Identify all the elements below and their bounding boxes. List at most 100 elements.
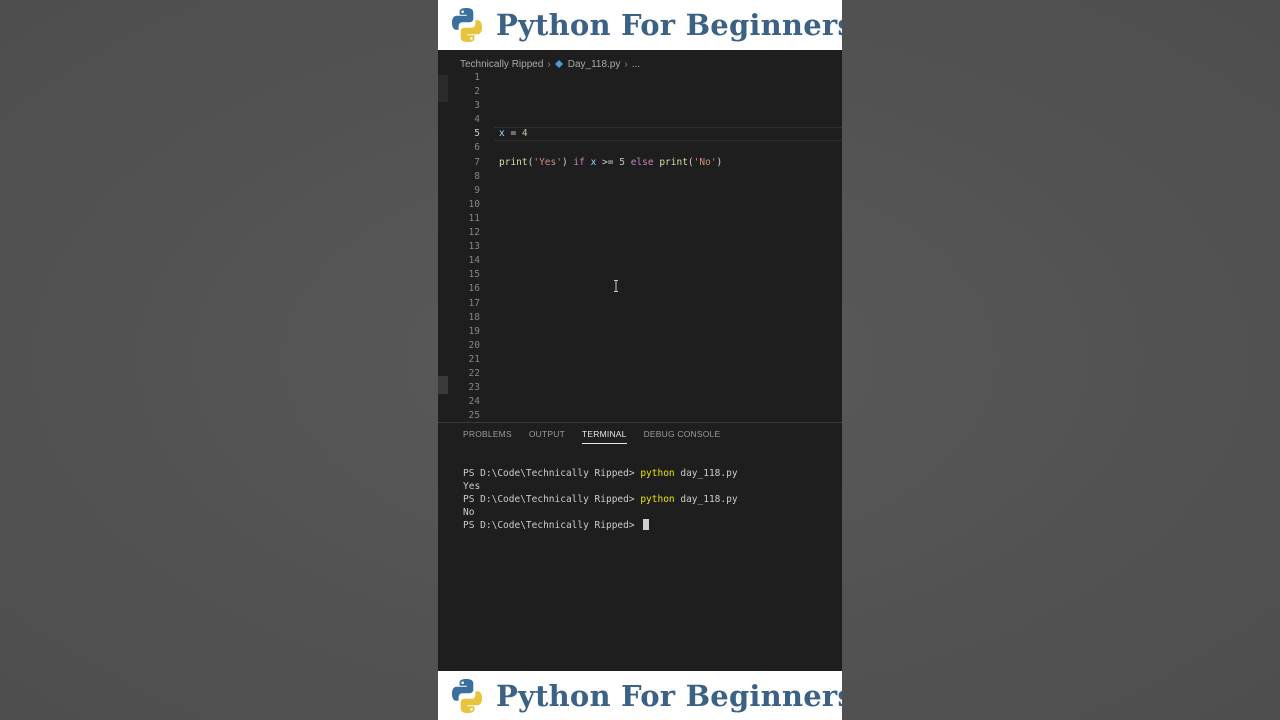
line-number: 6 — [474, 142, 480, 154]
code-token: ) — [716, 156, 723, 168]
line-number: 15 — [468, 269, 480, 281]
tab-debug-console[interactable]: DEBUG CONSOLE — [644, 429, 721, 444]
breadcrumb: Technically Ripped › Day_118.py › ... — [460, 57, 640, 71]
terminal-result: No — [463, 507, 475, 518]
code-token: 'Yes' — [533, 156, 562, 168]
editor-line[interactable]: 8 — [438, 170, 842, 184]
terminal-prompt: PS D:\Code\Technically Ripped> — [463, 520, 641, 531]
editor-line[interactable]: 21 — [438, 353, 842, 367]
breadcrumb-file[interactable]: Day_118.py — [568, 59, 621, 70]
editor-line[interactable]: 16 — [438, 282, 842, 296]
line-number: 22 — [468, 367, 480, 379]
editor-line[interactable]: 24 — [438, 395, 842, 409]
line-number: 17 — [468, 297, 480, 309]
line-number: 21 — [468, 353, 480, 365]
editor-line[interactable]: 7 print('Yes') if x >= 5 else print('No') — [438, 156, 842, 170]
code-token: ) — [561, 156, 574, 168]
terminal-line[interactable]: PS D:\Code\Technically Ripped> — [463, 519, 833, 532]
editor-lines: 12345x = 4 6 7 print('Yes') if x >= 5 else … — [438, 71, 842, 423]
tab-problems[interactable]: PROBLEMS — [463, 429, 512, 444]
editor-line[interactable]: 12 — [438, 226, 842, 240]
code-token: print — [659, 156, 688, 168]
line-number: 24 — [468, 396, 480, 408]
terminal-command: python — [640, 468, 675, 479]
code-token: else — [630, 156, 654, 168]
terminal-line: PS D:\Code\Technically Ripped> python da… — [463, 493, 833, 506]
terminal-prompt: PS D:\Code\Technically Ripped> — [463, 468, 641, 479]
editor-line[interactable]: 14 — [438, 254, 842, 268]
python-logo-icon — [452, 8, 482, 42]
python-logo-icon — [452, 678, 482, 713]
bottom-panel: PROBLEMS OUTPUT TERMINAL DEBUG CONSOLE P… — [438, 423, 842, 671]
panel-tabs: PROBLEMS OUTPUT TERMINAL DEBUG CONSOLE — [463, 429, 737, 444]
line-number: 13 — [468, 241, 480, 253]
text-cursor-icon — [614, 280, 618, 292]
line-number: 12 — [468, 227, 480, 239]
line-number: 23 — [468, 382, 480, 394]
editor-line[interactable]: 17 — [438, 297, 842, 311]
editor-line[interactable]: 4 — [438, 113, 842, 127]
bottom-banner: Python For Beginners — [438, 671, 842, 720]
editor-line[interactable]: 6 — [438, 141, 842, 155]
line-number: 4 — [474, 114, 480, 126]
terminal-command: python — [640, 494, 675, 505]
breadcrumb-folder[interactable]: Technically Ripped — [460, 59, 543, 70]
video-frame: Python For Beginners Technically Ripped … — [438, 0, 842, 720]
editor-line[interactable]: 19 — [438, 325, 842, 339]
line-number: 11 — [468, 212, 480, 224]
line-number: 7 — [474, 156, 480, 168]
line-number: 3 — [474, 100, 480, 112]
code-text: print('Yes') if x >= 5 else print('No') — [499, 156, 722, 170]
tab-output[interactable]: OUTPUT — [529, 429, 565, 444]
code-token: 'No' — [693, 156, 717, 168]
line-number: 8 — [474, 170, 480, 182]
line-number: 14 — [468, 255, 480, 267]
banner-title: Python For Beginners — [496, 678, 842, 713]
editor-line[interactable]: 11 — [438, 212, 842, 226]
editor-line[interactable]: 5 x = 4 — [438, 127, 842, 142]
chevron-right-icon: › — [624, 58, 628, 70]
terminal-argument: day_118.py — [674, 468, 738, 479]
terminal-result: Yes — [463, 481, 481, 492]
editor-line[interactable]: 22 — [438, 367, 842, 381]
line-number: 16 — [468, 283, 480, 295]
editor-line[interactable]: 9 — [438, 184, 842, 198]
code-token: >= — [596, 156, 620, 168]
banner-title: Python For Beginners — [496, 8, 842, 42]
code-token: if — [573, 156, 585, 168]
code-text: x = 4 — [499, 127, 528, 141]
terminal-line: PS D:\Code\Technically Ripped> python da… — [463, 467, 833, 480]
line-number: 10 — [468, 198, 480, 210]
breadcrumb-ellipsis[interactable]: ... — [632, 59, 640, 70]
line-number: 18 — [468, 311, 480, 323]
terminal-line: Yes — [463, 480, 833, 493]
terminal-output[interactable]: PS D:\Code\Technically Ripped> python da… — [463, 467, 833, 532]
editor-line[interactable]: 13 — [438, 240, 842, 254]
python-file-icon — [554, 60, 563, 68]
line-number: 20 — [468, 339, 480, 351]
tab-terminal[interactable]: TERMINAL — [582, 429, 627, 444]
terminal-line: No — [463, 506, 833, 519]
editor-line[interactable]: 3 — [438, 99, 842, 113]
line-number: 1 — [474, 72, 480, 83]
top-banner: Python For Beginners — [438, 0, 842, 50]
code-editor[interactable]: Technically Ripped › Day_118.py › ... 12… — [438, 50, 842, 422]
terminal-argument: day_118.py — [674, 494, 738, 505]
editor-line[interactable]: 23 — [438, 381, 842, 395]
editor-line[interactable]: 18 — [438, 311, 842, 325]
editor-line[interactable]: 1 — [438, 71, 842, 85]
editor-line[interactable]: 15 — [438, 268, 842, 282]
line-number: 9 — [474, 184, 480, 196]
line-number: 2 — [474, 86, 480, 98]
terminal-cursor — [643, 519, 650, 530]
editor-line[interactable]: 20 — [438, 339, 842, 353]
code-token: = — [504, 128, 522, 140]
code-token: x — [499, 128, 505, 140]
line-number: 5 — [474, 128, 480, 140]
chevron-right-icon: › — [547, 58, 551, 70]
editor-line[interactable]: 10 — [438, 198, 842, 212]
code-token: 4 — [521, 128, 528, 140]
code-token: print — [499, 156, 528, 168]
line-number: 19 — [468, 325, 480, 337]
editor-line[interactable]: 2 — [438, 85, 842, 99]
